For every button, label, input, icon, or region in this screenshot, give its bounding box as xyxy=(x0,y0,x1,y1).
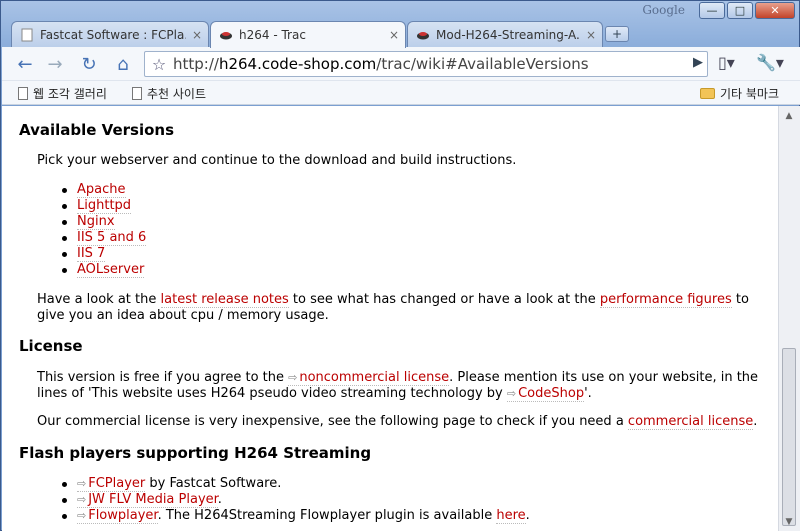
list-text: by Fastcat Software. xyxy=(145,476,282,491)
go-arrow-icon[interactable]: ▶ xyxy=(693,55,703,70)
list-item: Nginx xyxy=(60,214,146,230)
page-content: Available Versions Pick your webserver a… xyxy=(2,106,778,531)
reload-button[interactable]: ↻ xyxy=(76,52,102,76)
server-link[interactable]: IIS 7 xyxy=(77,246,106,262)
wrench-menu-icon[interactable]: 🔧▾ xyxy=(756,53,784,72)
folder-icon xyxy=(700,88,715,99)
performance-figures-link[interactable]: performance figures xyxy=(599,292,732,308)
brand-label: Google xyxy=(642,3,685,17)
paragraph-text: Have a look at the xyxy=(37,292,161,307)
page-icon xyxy=(18,87,28,100)
tab-mod-h264[interactable]: Mod-H264-Streaming-A... × xyxy=(407,21,603,47)
jw-player-link[interactable]: JW FLV Media Player xyxy=(77,492,218,508)
url-text[interactable]: http://h264.code-shop.com/trac/wiki#Avai… xyxy=(173,55,589,73)
bookmark-item[interactable]: 추천 사이트 xyxy=(132,85,206,102)
bookmark-label: 추천 사이트 xyxy=(147,87,207,101)
list-text: . xyxy=(217,492,222,507)
commercial-paragraph: Our commercial license is very inexpensi… xyxy=(37,414,767,430)
paragraph-text: This version is free if you agree to the xyxy=(37,370,289,385)
toolbar: ← → ↻ ⌂ ☆ http://h264.code-shop.com/trac… xyxy=(2,47,800,81)
home-button[interactable]: ⌂ xyxy=(110,52,136,76)
forward-button[interactable]: → xyxy=(42,52,68,76)
list-item: Flowplayer. The H264Streaming Flowplayer… xyxy=(60,508,530,524)
tab-h264-trac[interactable]: h264 - Trac × xyxy=(210,21,406,48)
address-bar[interactable]: ☆ http://h264.code-shop.com/trac/wiki#Av… xyxy=(144,51,708,77)
commercial-license-link[interactable]: commercial license xyxy=(627,414,754,430)
browser-window: Google — □ ✕ Fastcat Software : FCPla...… xyxy=(0,0,800,531)
server-link[interactable]: Apache xyxy=(77,182,126,198)
tab-close-icon[interactable]: × xyxy=(192,28,202,42)
list-text: . The H264Streaming Flowplayer plugin is… xyxy=(157,508,497,523)
tab-title: Fastcat Software : FCPla... xyxy=(40,27,186,42)
tab-strip: Google — □ ✕ Fastcat Software : FCPla...… xyxy=(1,1,800,48)
fcplayer-link[interactable]: FCPlayer xyxy=(77,476,146,492)
paragraph-text: '. xyxy=(584,386,592,401)
server-link[interactable]: Lighttpd xyxy=(77,198,132,214)
bookmark-item[interactable]: 웹 조각 갤러리 xyxy=(18,85,107,102)
url-host: h264.code-shop.com xyxy=(218,55,377,73)
tab-fastcat[interactable]: Fastcat Software : FCPla... × xyxy=(11,21,209,47)
trac-icon xyxy=(417,31,429,39)
bookmark-star-icon[interactable]: ☆ xyxy=(145,55,173,74)
list-text: . xyxy=(525,508,530,523)
flowplayer-link[interactable]: Flowplayer xyxy=(77,508,158,524)
scroll-up-icon[interactable]: ▲ xyxy=(781,108,797,124)
server-list: Apache Lighttpd Nginx IIS 5 and 6 IIS 7 … xyxy=(60,182,147,278)
section-heading-available-versions: Available Versions xyxy=(19,121,174,139)
server-link[interactable]: Nginx xyxy=(77,214,115,230)
license-paragraph: This version is free if you agree to the… xyxy=(37,370,767,402)
list-item: Lighttpd xyxy=(60,198,146,214)
page-menu-icon[interactable]: ▯▾ xyxy=(718,53,735,72)
release-notes-link[interactable]: latest release notes xyxy=(160,292,289,308)
url-path: /trac/wiki#AvailableVersions xyxy=(376,55,589,73)
list-item: IIS 5 and 6 xyxy=(60,230,147,246)
tab-close-icon[interactable]: × xyxy=(389,28,399,42)
close-window-button[interactable]: ✕ xyxy=(755,2,795,19)
list-item: IIS 7 xyxy=(60,246,146,262)
intro-text: Pick your webserver and continue to the … xyxy=(37,153,517,168)
minimize-button[interactable]: — xyxy=(699,2,725,19)
release-notes-paragraph: Have a look at the latest release notes … xyxy=(37,292,767,324)
new-tab-button[interactable]: + xyxy=(605,26,629,42)
list-item: AOLserver xyxy=(60,262,146,278)
paragraph-text: Our commercial license is very inexpensi… xyxy=(37,414,628,429)
maximize-button[interactable]: □ xyxy=(727,2,753,19)
list-item: JW FLV Media Player. xyxy=(60,492,530,508)
server-link[interactable]: IIS 5 and 6 xyxy=(77,230,147,246)
paragraph-text: to see what has changed or have a look a… xyxy=(288,292,600,307)
section-heading-flash-players: Flash players supporting H264 Streaming xyxy=(19,444,372,462)
other-bookmarks[interactable]: 기타 북마크 xyxy=(700,85,779,102)
vertical-scrollbar[interactable]: ▲ ▼ xyxy=(778,106,800,531)
list-item: Apache xyxy=(60,182,146,198)
url-prefix: http:// xyxy=(173,55,219,73)
bookmarks-bar: 웹 조각 갤러리 추천 사이트 기타 북마크 xyxy=(2,81,800,105)
codeshop-link[interactable]: CodeShop xyxy=(506,386,585,402)
page-icon xyxy=(132,87,142,100)
window-controls: — □ ✕ xyxy=(699,2,795,19)
trac-icon xyxy=(220,32,232,40)
back-button[interactable]: ← xyxy=(12,52,38,76)
page-icon xyxy=(21,28,33,41)
section-heading-license: License xyxy=(19,337,83,355)
tab-close-icon[interactable]: × xyxy=(586,28,596,42)
bookmark-label: 기타 북마크 xyxy=(720,87,780,101)
scroll-down-icon[interactable]: ▼ xyxy=(781,514,797,530)
bookmark-label: 웹 조각 갤러리 xyxy=(33,87,107,101)
plugin-here-link[interactable]: here xyxy=(496,508,526,524)
server-link[interactable]: AOLserver xyxy=(77,262,145,278)
scrollbar-thumb[interactable] xyxy=(782,348,796,526)
tab-title: Mod-H264-Streaming-A... xyxy=(436,27,580,42)
tab-title: h264 - Trac xyxy=(239,28,306,42)
list-item: FCPlayer by Fastcat Software. xyxy=(60,476,530,492)
plus-icon: + xyxy=(611,27,623,41)
flash-player-list: FCPlayer by Fastcat Software. JW FLV Med… xyxy=(60,476,530,524)
paragraph-text: . xyxy=(753,414,758,429)
noncommercial-license-link[interactable]: noncommercial license xyxy=(288,370,450,386)
